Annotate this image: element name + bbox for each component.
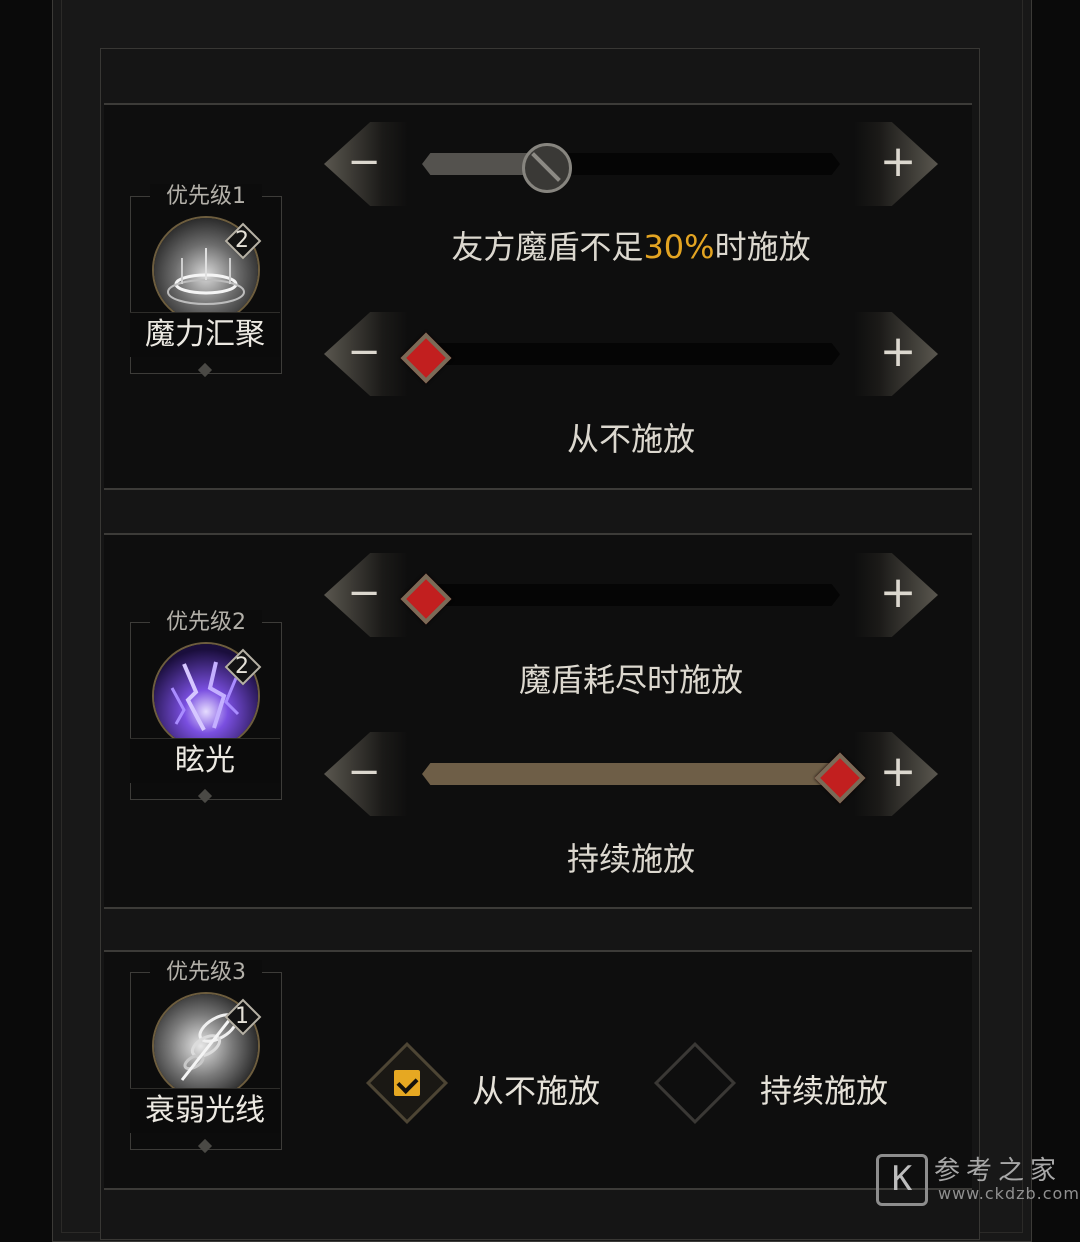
option-always-cast[interactable]: 持续施放 — [653, 1041, 920, 1130]
caption-text: 时施放 — [714, 228, 811, 266]
slider-track[interactable] — [422, 153, 840, 175]
slider-fill — [422, 763, 840, 785]
increase-button[interactable]: + — [868, 122, 928, 206]
caption-text: 友方魔盾不足 — [451, 228, 644, 266]
skill-level-badge: 2 — [224, 222, 262, 260]
skill-card-1[interactable]: 优先级1 2 魔力汇聚 — [130, 184, 282, 378]
checkbox-empty-icon[interactable] — [653, 1041, 737, 1125]
option-label: 持续施放 — [760, 1072, 889, 1110]
slider-knob-gem-icon[interactable] — [400, 573, 452, 625]
watermark: K 参考之家 www.ckdzb.com — [876, 1150, 1079, 1206]
option-never-cast[interactable]: 从不施放 — [365, 1041, 632, 1130]
condition-slider-2-1[interactable]: − + — [324, 553, 938, 637]
option-label: 从不施放 — [472, 1072, 601, 1110]
condition-caption-1-1: 友方魔盾不足30%时施放 — [324, 222, 938, 268]
condition-slider-2-2[interactable]: − + — [324, 732, 938, 816]
increase-button[interactable]: + — [868, 312, 928, 396]
skill-card-2[interactable]: 优先级2 2 眩光 — [130, 610, 282, 804]
priority-label: 优先级3 — [150, 960, 262, 986]
skill-card-3[interactable]: 优先级3 1 衰弱光线 — [130, 960, 282, 1154]
condition-slider-1-1[interactable]: − + — [324, 122, 938, 206]
decrease-button[interactable]: − — [334, 122, 394, 206]
condition-slider-1-2[interactable]: − + — [324, 312, 938, 396]
decrease-button[interactable]: − — [334, 312, 394, 396]
condition-caption-2-2: 持续施放 — [566, 840, 695, 878]
skill-level-badge: 1 — [224, 998, 262, 1036]
skill-name: 眩光 — [130, 738, 280, 783]
caption-highlight: 30% — [643, 228, 715, 266]
checkmark-icon — [394, 1070, 420, 1096]
increase-button[interactable]: + — [868, 732, 928, 816]
priority-label: 优先级2 — [150, 610, 262, 636]
slider-knob-gem-icon[interactable] — [400, 332, 452, 384]
watermark-logo-icon: K — [876, 1154, 928, 1206]
watermark-url: www.ckdzb.com — [938, 1184, 1080, 1203]
skill-level-badge: 2 — [224, 648, 262, 686]
skill-name: 魔力汇聚 — [130, 312, 280, 357]
priority-label: 优先级1 — [150, 184, 262, 210]
condition-caption-2-1: 魔盾耗尽时施放 — [518, 661, 743, 699]
condition-caption-1-2: 从不施放 — [566, 420, 695, 458]
slider-track[interactable] — [422, 343, 840, 365]
decrease-button[interactable]: − — [334, 732, 394, 816]
slider-track[interactable] — [422, 763, 840, 785]
slider-knob-disabled-icon[interactable] — [522, 143, 573, 193]
decrease-button[interactable]: − — [334, 553, 394, 637]
watermark-title: 参考之家 — [934, 1156, 1063, 1186]
increase-button[interactable]: + — [868, 553, 928, 637]
slider-track[interactable] — [422, 584, 840, 606]
skill-name: 衰弱光线 — [130, 1088, 280, 1133]
